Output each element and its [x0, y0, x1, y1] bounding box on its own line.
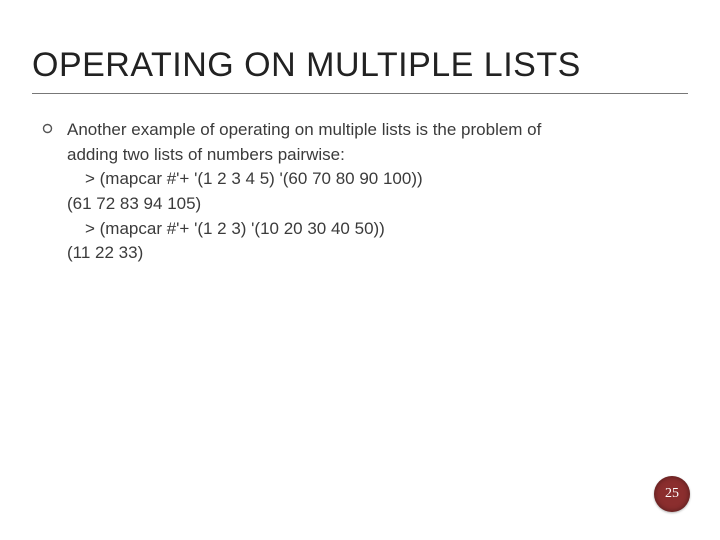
slide: OPERATING ON MULTIPLE LISTS Another exam…	[0, 0, 720, 540]
slide-title: OPERATING ON MULTIPLE LISTS	[32, 46, 688, 94]
bullet-text: Another example of operating on multiple…	[67, 118, 541, 266]
result-line-1: (61 72 83 94 105)	[67, 192, 541, 217]
code-line-1: > (mapcar #'+ '(1 2 3 4 5) '(60 70 80 90…	[85, 167, 541, 192]
result-line-2: (11 22 33)	[67, 241, 541, 266]
intro-line-2: adding two lists of numbers pairwise:	[67, 143, 541, 168]
intro-line-1: Another example of operating on multiple…	[67, 118, 541, 143]
page-number-badge: 25	[654, 476, 690, 512]
circle-bullet-icon	[42, 123, 53, 134]
page-number: 25	[665, 486, 679, 502]
code-line-2: > (mapcar #'+ '(1 2 3) '(10 20 30 40 50)…	[85, 217, 541, 242]
bullet-item: Another example of operating on multiple…	[32, 118, 688, 266]
